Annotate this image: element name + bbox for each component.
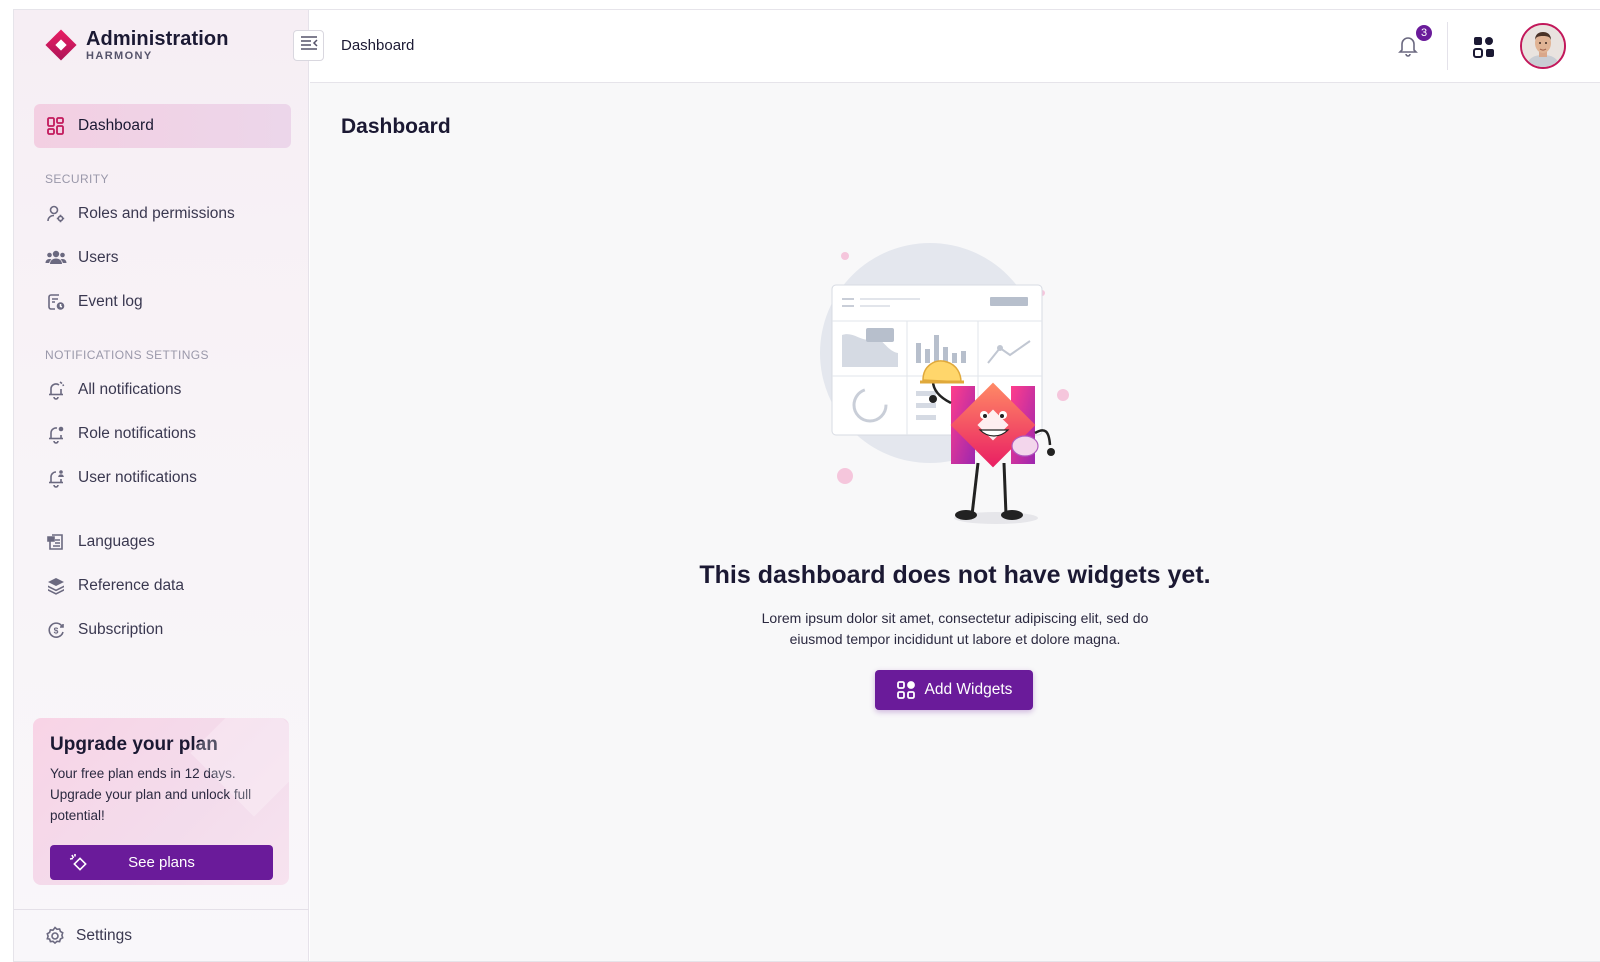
sidebar-item-users[interactable]: Users	[34, 236, 291, 280]
sidebar-item-role-notifications[interactable]: Role notifications	[34, 412, 291, 456]
brand-logo-icon	[44, 28, 78, 62]
sidebar-item-label: Languages	[78, 533, 155, 550]
apps-icon	[1473, 37, 1495, 62]
sidebar-item-label: Users	[78, 249, 119, 266]
event-log-icon	[45, 291, 67, 313]
brand-title: Administration	[86, 27, 229, 50]
sidebar-item-dashboard[interactable]: Dashboard	[34, 104, 291, 148]
sidebar-item-label: Subscription	[78, 621, 164, 638]
top-header: Dashboard 3	[293, 10, 1600, 83]
languages-icon	[45, 531, 67, 553]
see-plans-label: See plans	[128, 854, 195, 871]
empty-state-title: This dashboard does not have widgets yet…	[699, 561, 1211, 589]
roles-icon	[45, 203, 67, 225]
sidebar-item-label: Dashboard	[78, 117, 154, 134]
add-widgets-label: Add Widgets	[924, 681, 1013, 698]
sidebar-nav: Dashboard SECURITY Roles and permissions…	[34, 104, 291, 652]
user-avatar[interactable]	[1520, 23, 1566, 69]
notifications-button[interactable]	[1397, 34, 1419, 63]
apps-button[interactable]	[1473, 36, 1495, 63]
sidebar-item-all-notifications[interactable]: All notifications	[34, 368, 291, 412]
bell-gear-icon	[45, 423, 67, 445]
widgets-icon	[896, 680, 916, 700]
upgrade-card: Upgrade your plan Your free plan ends in…	[33, 718, 289, 885]
sidebar-item-label: Roles and permissions	[78, 205, 235, 222]
svg-text:$: $	[54, 626, 59, 636]
settings-label: Settings	[76, 926, 133, 944]
sidebar-item-settings[interactable]: Settings	[14, 909, 309, 961]
notification-count-badge: 3	[1415, 24, 1433, 42]
dashboard-icon	[45, 115, 67, 137]
brand-subtitle: HARMONY	[86, 49, 153, 62]
empty-dashboard-illustration	[820, 243, 1090, 543]
sidebar-item-roles[interactable]: Roles and permissions	[34, 192, 291, 236]
sidebar-collapse-icon	[299, 35, 319, 56]
sidebar-item-label: User notifications	[78, 469, 197, 486]
users-icon	[45, 247, 67, 269]
empty-state-description: Lorem ipsum dolor sit amet, consectetur …	[761, 610, 1149, 647]
section-label-notifications: NOTIFICATIONS SETTINGS	[45, 348, 209, 362]
bell-icon	[1397, 37, 1419, 62]
brand[interactable]: Administration HARMONY	[44, 28, 229, 62]
header-divider	[1447, 22, 1448, 70]
breadcrumb[interactable]: Dashboard	[341, 37, 414, 54]
bell-lock-icon	[45, 467, 67, 489]
tag-icon	[68, 853, 90, 877]
sidebar-item-reference-data[interactable]: Reference data	[34, 564, 291, 608]
sidebar-collapse-button[interactable]	[293, 30, 324, 61]
sidebar-item-subscription[interactable]: $ Subscription	[34, 608, 291, 652]
page-title: Dashboard	[341, 115, 451, 138]
see-plans-button[interactable]: See plans	[50, 845, 273, 880]
sidebar-item-label: Event log	[78, 293, 143, 310]
sidebar: Administration HARMONY Dashboard SECURIT…	[14, 10, 309, 961]
subscription-icon: $	[45, 619, 67, 641]
sidebar-item-event-log[interactable]: Event log	[34, 280, 291, 324]
sidebar-item-label: All notifications	[78, 381, 182, 398]
section-label-security: SECURITY	[45, 172, 109, 186]
add-widgets-button[interactable]: Add Widgets	[875, 670, 1033, 710]
reference-data-icon	[45, 575, 67, 597]
sidebar-item-label: Reference data	[78, 577, 184, 594]
sidebar-item-user-notifications[interactable]: User notifications	[34, 456, 291, 500]
sidebar-item-label: Role notifications	[78, 425, 197, 442]
sidebar-item-languages[interactable]: Languages	[34, 520, 291, 564]
bell-icon	[45, 379, 67, 401]
main-content: Dashboard This dashboard does not have w…	[310, 83, 1600, 961]
settings-icon	[45, 925, 65, 946]
